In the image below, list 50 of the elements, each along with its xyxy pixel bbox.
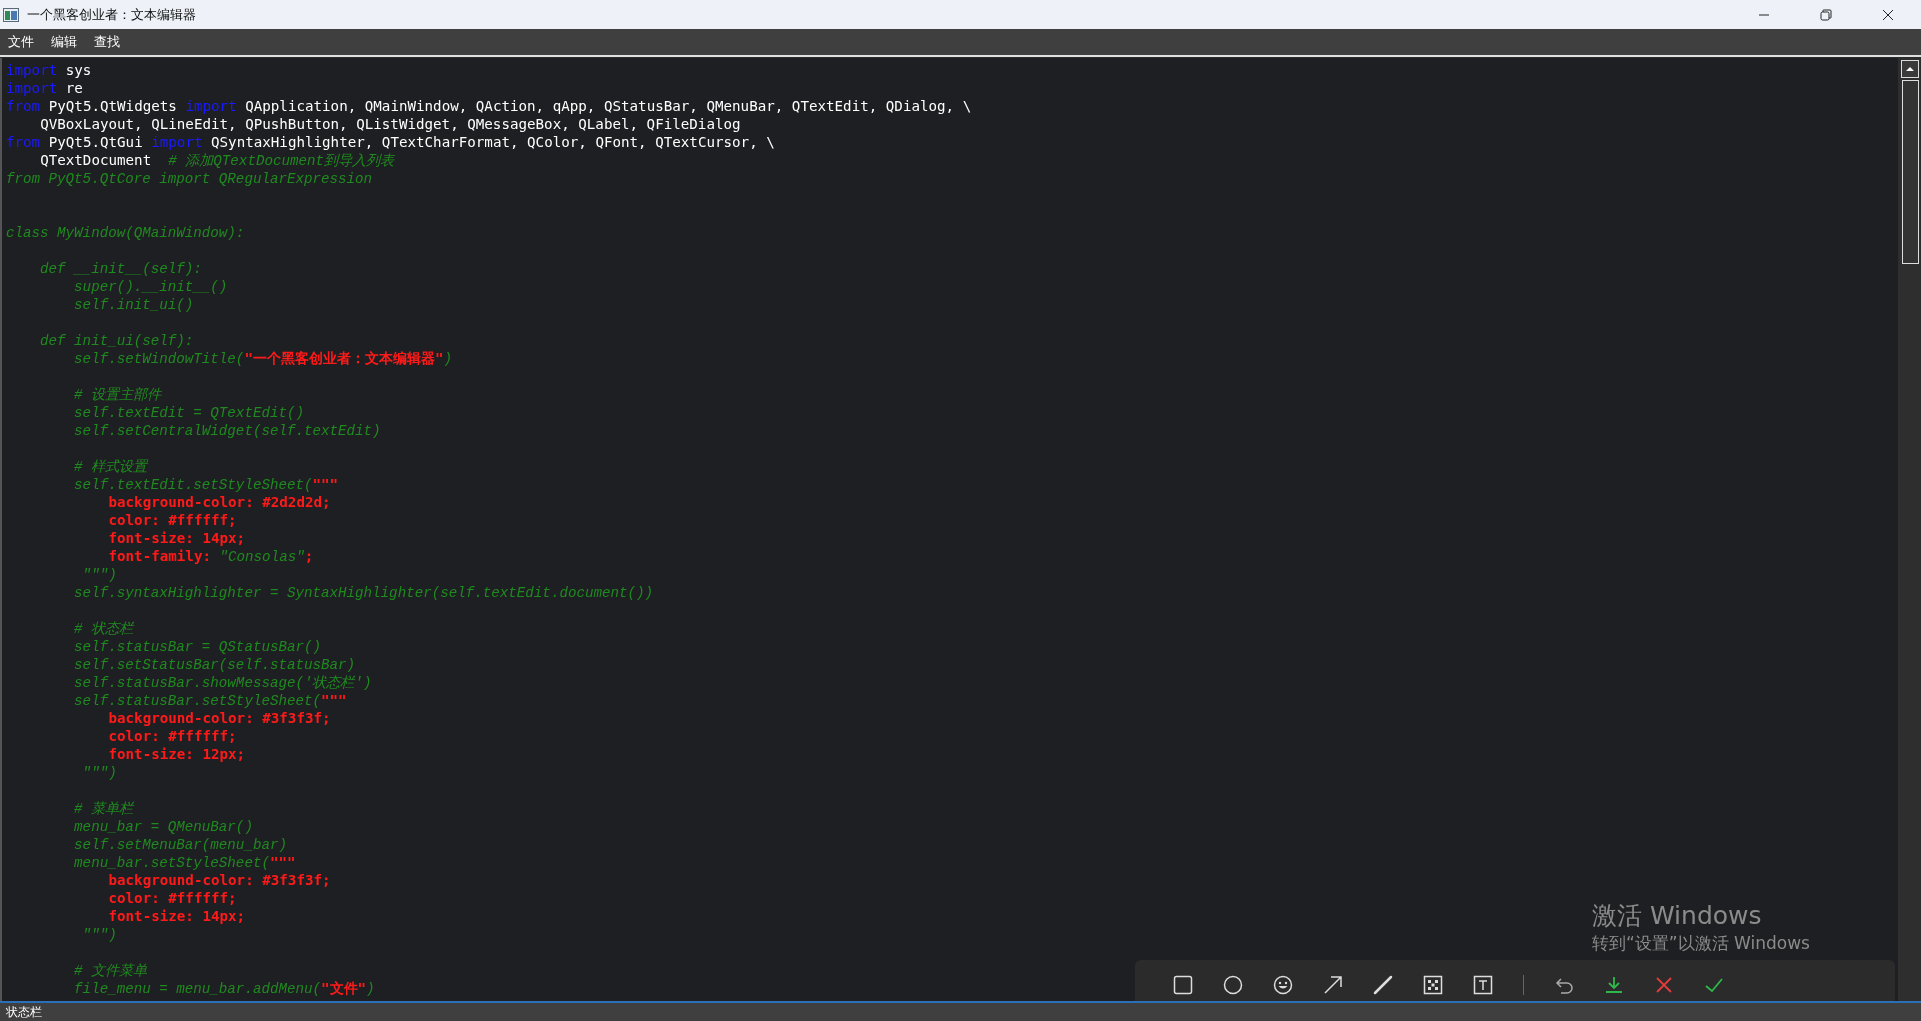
code-line: QTextDocument # 添加QTextDocument到导入列表: [39, 152, 394, 168]
code-line: self.syntaxHighlighter = SyntaxHighlighter(self.textEdit.document()): [73, 584, 654, 600]
code-line: menu_bar = QMenuBar(): [73, 818, 253, 834]
code-line: """): [81, 764, 117, 780]
activation-message: 转到“设置”以激活 Windows: [1592, 932, 1810, 954]
code-line: from PyQt5.QtWidgets import QApplication, QMainWindow, QAction, qApp, QStatusBar, QMenuBar, QTextEdit, QDialog, \: [6, 98, 972, 114]
code-line: file_menu = menu_bar.addMenu("文件"): [73, 980, 375, 996]
code-line: # 设置主部件: [73, 386, 162, 402]
window-title: 一个黑客创业者：文本编辑器: [27, 5, 196, 24]
code-line: color: #ffffff;: [107, 728, 237, 744]
menu-item[interactable]: 编辑: [49, 32, 79, 52]
code-line: # 菜单栏: [73, 800, 134, 816]
code-line: def init_ui(self):: [39, 332, 194, 348]
code-line: self.setWindowTitle("一个黑客创业者：文本编辑器"): [73, 350, 452, 366]
menu-item[interactable]: 文件: [6, 32, 36, 52]
code-line: self.textEdit = QTextEdit(): [73, 404, 304, 420]
code-line: color: #ffffff;: [107, 512, 237, 528]
menu-item[interactable]: 查找: [92, 32, 122, 52]
code-line: self.setCentralWidget(self.textEdit): [73, 422, 381, 438]
code-line: self.textEdit.setStyleSheet(""": [73, 476, 339, 492]
code-line: class MyWindow(QMainWindow):: [6, 224, 245, 240]
code-line: """): [81, 566, 117, 582]
code-line: self.statusBar.setStyleSheet(""": [73, 692, 347, 708]
code-line: import re: [6, 80, 83, 96]
code-line: super().__init__(): [73, 278, 228, 294]
code-line: # 状态栏: [73, 620, 134, 636]
code-line: background-color: #3f3f3f;: [107, 710, 331, 726]
code-line: font-size: 14px;: [107, 908, 246, 924]
code-line: font-size: 12px;: [107, 746, 246, 762]
code-line: self.init_ui(): [73, 296, 194, 312]
code-line: background-color: #3f3f3f;: [107, 872, 331, 888]
code-line: self.statusBar = QStatusBar(): [73, 638, 321, 654]
code-line: from PyQt5.QtCore import QRegularExpression: [6, 170, 373, 186]
code-line: # 样式设置: [73, 458, 148, 474]
code-line: self.setMenuBar(menu_bar): [73, 836, 287, 852]
code-line: menu_bar.setStyleSheet(""": [73, 854, 296, 870]
code-line: color: #ffffff;: [107, 890, 237, 906]
code-line: from PyQt5.QtGui import QSyntaxHighlighter, QTextCharFormat, QColor, QFont, QTextCursor, \: [6, 134, 775, 150]
code-line: """): [81, 926, 117, 942]
activation-title: 激活 Windows: [1592, 900, 1763, 932]
code-line: font-family: "Consolas";: [107, 548, 314, 564]
code-line: font-size: 14px;: [107, 530, 246, 546]
code-line: import sys: [6, 62, 92, 78]
code-line: QVBoxLayout, QLineEdit, QPushButton, QListWidget, QMessageBox, QLabel, QFileDialog: [39, 116, 741, 132]
code-line: self.setStatusBar(self.statusBar): [73, 656, 356, 672]
code-line: background-color: #2d2d2d;: [107, 494, 331, 510]
code-line: self.statusBar.showMessage('状态栏'): [73, 674, 372, 690]
code-line: # 文件菜单: [73, 962, 148, 978]
status-message: 状态栏: [6, 1003, 42, 1021]
code-line: def __init__(self):: [39, 260, 202, 276]
